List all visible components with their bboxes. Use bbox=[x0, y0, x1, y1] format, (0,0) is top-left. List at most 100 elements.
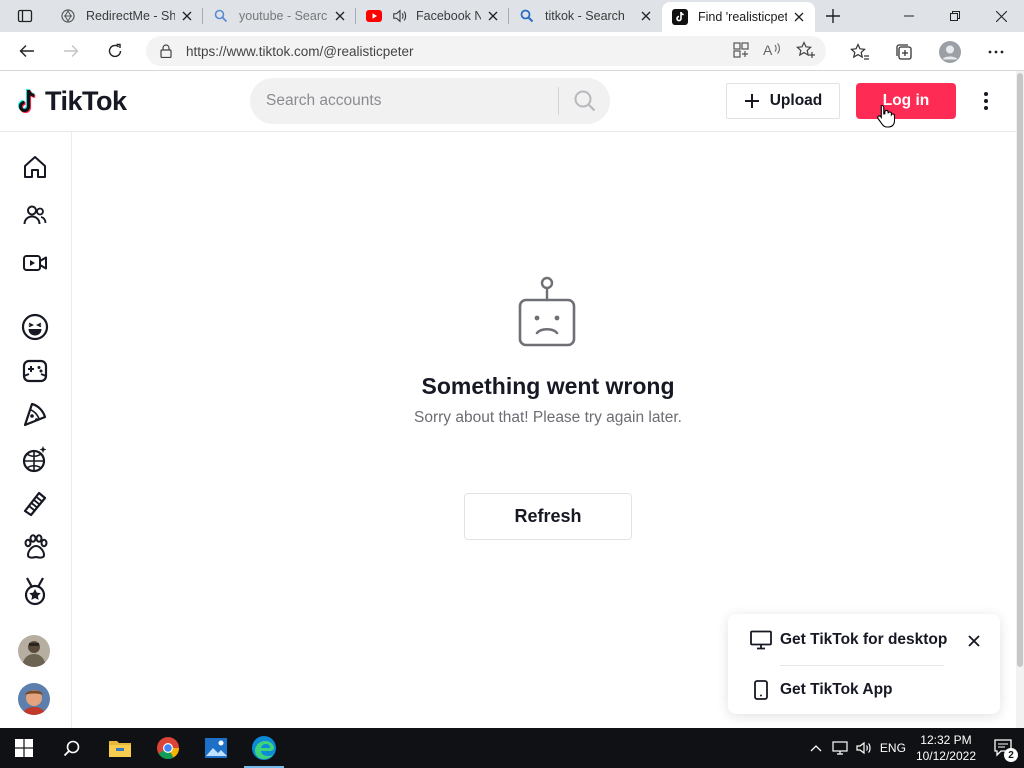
sidebar-item-gaming[interactable] bbox=[18, 354, 52, 388]
search-icon bbox=[63, 740, 80, 757]
close-tab-icon[interactable] bbox=[638, 8, 654, 24]
hand-cursor-icon bbox=[877, 104, 895, 128]
back-arrow-icon bbox=[19, 45, 34, 57]
upload-button[interactable]: Upload bbox=[726, 83, 840, 119]
popup-divider bbox=[780, 665, 944, 666]
sidebar-item-sports[interactable] bbox=[18, 574, 52, 608]
favorites-button[interactable] bbox=[842, 32, 878, 71]
tiktok-icon bbox=[672, 9, 688, 25]
ellipsis-icon bbox=[988, 50, 1004, 53]
sad-robot-icon bbox=[517, 276, 577, 348]
back-button[interactable] bbox=[10, 34, 44, 68]
following-users-icon bbox=[23, 205, 47, 225]
tiktok-logo[interactable]: TikTok bbox=[17, 86, 127, 117]
vertical-ellipsis-icon bbox=[984, 92, 988, 110]
minimize-button[interactable] bbox=[886, 0, 932, 32]
login-button[interactable]: Log in bbox=[856, 83, 956, 119]
browser-tab-redirectme[interactable]: RedirectMe - Sh bbox=[50, 0, 203, 32]
user-avatar-image bbox=[18, 683, 50, 715]
close-window-button[interactable] bbox=[978, 0, 1024, 32]
forward-arrow-icon bbox=[64, 45, 79, 57]
taskbar-file-explorer[interactable] bbox=[96, 728, 144, 768]
windows-taskbar: ENG 12:32 PM 10/12/2022 2 bbox=[0, 728, 1024, 768]
redirect-globe-icon bbox=[60, 8, 76, 24]
restore-button[interactable] bbox=[932, 0, 978, 32]
collections-icon bbox=[896, 43, 912, 60]
browser-tab-tiktok-search[interactable]: titkok - Search bbox=[509, 0, 662, 32]
search-input[interactable]: Search accounts bbox=[266, 92, 558, 110]
desktop-label: Get TikTok for desktop bbox=[780, 631, 948, 648]
app-available-icon[interactable] bbox=[732, 41, 750, 59]
followed-account-avatar-1[interactable] bbox=[18, 635, 50, 667]
user-avatar-image bbox=[18, 635, 50, 667]
tab-title: RedirectMe - Sh bbox=[86, 9, 175, 23]
show-hidden-icons-chevron[interactable] bbox=[804, 728, 828, 768]
taskbar-search-button[interactable] bbox=[48, 728, 96, 768]
address-bar[interactable]: https://www.tiktok.com/@realisticpeter A bbox=[146, 36, 826, 66]
start-button[interactable] bbox=[0, 728, 48, 768]
sidebar-item-live[interactable] bbox=[18, 246, 52, 280]
close-tab-icon[interactable] bbox=[179, 8, 195, 24]
lock-icon bbox=[160, 44, 172, 58]
followed-account-avatar-2[interactable] bbox=[18, 683, 50, 715]
new-tab-button[interactable] bbox=[815, 0, 851, 32]
read-aloud-icon[interactable]: A bbox=[762, 41, 784, 59]
more-menu-button[interactable] bbox=[974, 89, 998, 113]
search-bar[interactable]: Search accounts bbox=[250, 78, 610, 124]
error-subtitle: Sorry about that! Please try again later… bbox=[414, 409, 682, 426]
tab-title: titkok - Search bbox=[545, 9, 625, 23]
close-tab-icon[interactable] bbox=[791, 9, 807, 25]
browser-tab-facebook[interactable]: Facebook N bbox=[356, 0, 509, 32]
close-popup-button[interactable] bbox=[964, 631, 984, 651]
live-video-icon bbox=[23, 255, 47, 271]
taskbar-chrome[interactable] bbox=[144, 728, 192, 768]
search-button[interactable] bbox=[559, 78, 610, 124]
desktop-monitor-icon bbox=[750, 630, 772, 650]
sidebar-item-beauty[interactable] bbox=[18, 486, 52, 520]
scrollbar-thumb[interactable] bbox=[1017, 73, 1023, 667]
search-icon bbox=[213, 8, 229, 24]
close-tab-icon[interactable] bbox=[332, 8, 348, 24]
volume-icon[interactable] bbox=[852, 728, 876, 768]
taskbar-photos[interactable] bbox=[192, 728, 240, 768]
add-favorite-icon[interactable] bbox=[796, 41, 816, 59]
comb-icon bbox=[23, 491, 47, 517]
sidebar-item-dance[interactable] bbox=[18, 442, 52, 476]
logo-text: TikTok bbox=[45, 86, 127, 116]
plus-icon bbox=[744, 94, 759, 108]
error-title: Something went wrong bbox=[421, 373, 675, 399]
profile-button[interactable] bbox=[932, 32, 968, 71]
search-icon bbox=[519, 8, 535, 24]
tab-actions-button[interactable] bbox=[0, 0, 50, 32]
language-indicator[interactable]: ENG bbox=[876, 728, 910, 768]
sidebar-item-food[interactable] bbox=[18, 398, 52, 432]
pizza-slice-icon bbox=[23, 402, 47, 427]
action-center-button[interactable]: 2 bbox=[984, 728, 1024, 768]
taskbar-edge[interactable] bbox=[240, 728, 288, 768]
settings-more-button[interactable] bbox=[978, 32, 1014, 71]
browser-tab-youtube-search[interactable]: youtube - Searc bbox=[203, 0, 356, 32]
get-mobile-app-link[interactable]: Get TikTok App bbox=[750, 680, 893, 700]
speaker-audio-icon[interactable] bbox=[392, 8, 408, 24]
sidebar-item-comedy[interactable] bbox=[18, 310, 52, 344]
reload-button[interactable] bbox=[98, 34, 132, 68]
app-label: Get TikTok App bbox=[780, 681, 893, 698]
refresh-button[interactable]: Refresh bbox=[464, 493, 632, 540]
network-icon[interactable] bbox=[828, 728, 852, 768]
windows-logo-icon bbox=[15, 739, 33, 757]
sidebar-item-home[interactable] bbox=[18, 150, 52, 184]
collections-button[interactable] bbox=[886, 32, 922, 71]
forward-button[interactable] bbox=[54, 34, 88, 68]
get-desktop-app-link[interactable]: Get TikTok for desktop bbox=[750, 630, 947, 650]
tiktok-logo-icon bbox=[17, 88, 36, 113]
sidebar-item-animals[interactable] bbox=[18, 530, 52, 564]
profile-avatar-icon bbox=[939, 40, 961, 63]
url-text[interactable]: https://www.tiktok.com/@realisticpeter bbox=[186, 44, 414, 59]
sidebar-item-following[interactable] bbox=[18, 198, 52, 232]
get-app-popup: Get TikTok for desktop Get TikTok App bbox=[728, 614, 1000, 714]
taskbar-clock[interactable]: 12:32 PM 10/12/2022 bbox=[916, 732, 976, 764]
close-tab-icon[interactable] bbox=[485, 8, 501, 24]
favorites-icon bbox=[850, 42, 869, 60]
paw-print-icon bbox=[24, 534, 48, 559]
browser-tab-tiktok-active[interactable]: Find 'realisticpet bbox=[662, 2, 815, 32]
